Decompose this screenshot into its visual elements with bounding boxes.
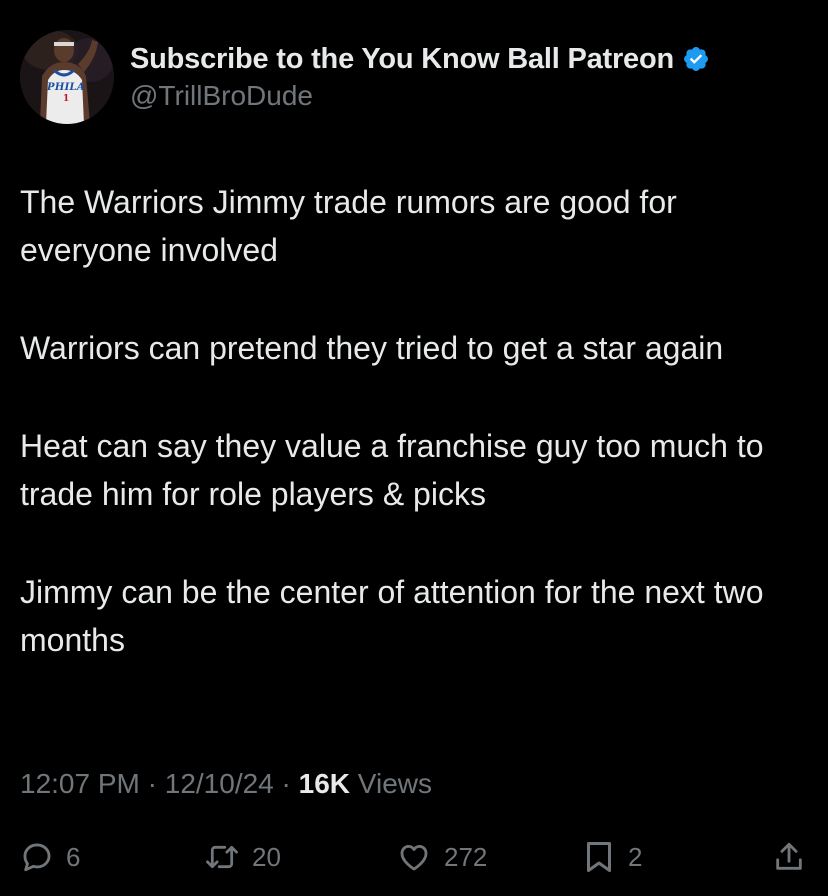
jersey-number: 1 <box>63 94 70 104</box>
tweet-paragraph: The Warriors Jimmy trade rumors are good… <box>20 184 677 268</box>
meta-separator: · <box>147 768 157 799</box>
repost-count: 20 <box>252 841 281 872</box>
jersey-text: PHILA <box>47 82 85 93</box>
repost-button[interactable]: 20 <box>204 834 281 880</box>
tweet-time[interactable]: 12:07 PM <box>20 768 140 799</box>
views-count: 16K <box>298 768 351 799</box>
bookmark-icon <box>584 839 614 875</box>
author-names: Subscribe to the You Know Ball Patreon @… <box>130 40 710 112</box>
avatar[interactable]: PHILA 1 <box>20 30 114 124</box>
like-count: 272 <box>444 841 488 872</box>
share-icon <box>772 839 806 875</box>
bookmark-button[interactable]: 2 <box>584 834 642 880</box>
author-handle[interactable]: @TrillBroDude <box>130 80 710 112</box>
display-name[interactable]: Subscribe to the You Know Ball Patreon <box>130 43 674 76</box>
repost-icon <box>204 840 240 874</box>
bookmark-count: 2 <box>628 841 643 872</box>
share-button[interactable] <box>772 834 806 880</box>
tweet-metadata: 12:07 PM · 12/10/24 · 16K Views <box>20 768 432 800</box>
action-bar: 6 20 272 2 <box>20 834 810 880</box>
verified-badge-icon[interactable] <box>682 45 710 73</box>
reply-count: 6 <box>66 841 81 872</box>
reply-button[interactable]: 6 <box>20 834 80 880</box>
heart-icon <box>396 840 432 874</box>
tweet-date[interactable]: 12/10/24 <box>165 768 274 799</box>
tweet-paragraph: Warriors can pretend they tried to get a… <box>20 330 724 366</box>
display-name-row: Subscribe to the You Know Ball Patreon <box>130 40 710 78</box>
meta-separator: · <box>281 768 291 799</box>
views-label: Views <box>357 768 432 799</box>
tweet-paragraph: Jimmy can be the center of attention for… <box>20 574 764 658</box>
player-avatar-image <box>20 30 114 124</box>
tweet-paragraph: Heat can say they value a franchise guy … <box>20 428 764 512</box>
reply-icon <box>20 840 54 874</box>
like-button[interactable]: 272 <box>396 834 487 880</box>
tweet-header: PHILA 1 Subscribe to the You Know Ball P… <box>20 30 810 126</box>
tweet-text: The Warriors Jimmy trade rumors are good… <box>20 178 810 714</box>
